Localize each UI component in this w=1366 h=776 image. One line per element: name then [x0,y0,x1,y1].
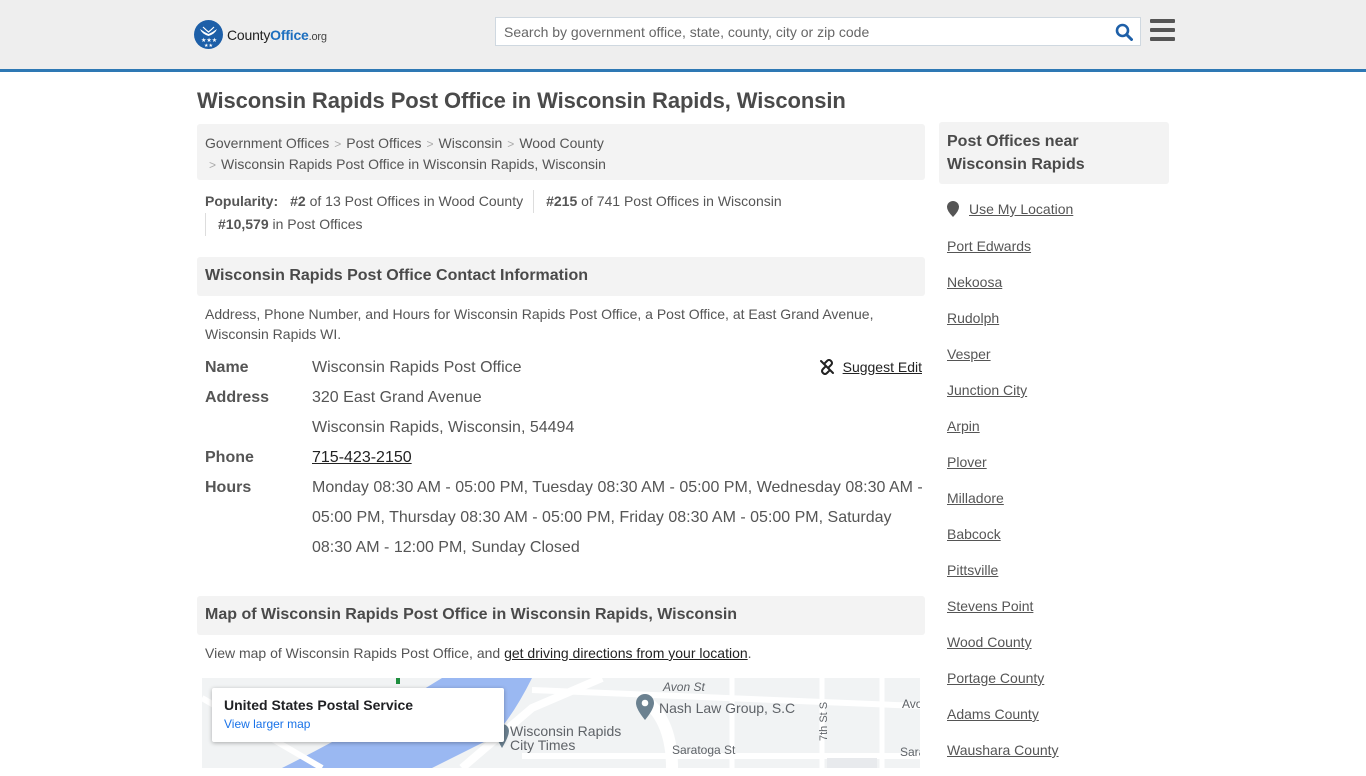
nearby-link[interactable]: Nekoosa [947,274,1002,290]
broken-link-icon [819,359,834,375]
hamburger-menu-button[interactable] [1150,19,1175,41]
map-street-label: Saratoga St [672,743,736,757]
map-info-card: United States Postal Service View larger… [212,688,504,742]
address-line1: 320 East Grand Avenue [312,389,482,406]
search-icon [1115,23,1133,41]
info-row-address-2: Wisconsin Rapids, Wisconsin, 54494 [205,413,925,443]
search-bar [495,17,1141,46]
sidebar-item-portage-county: Portage County [947,668,1059,704]
breadcrumb-current: Wisconsin Rapids Post Office in Wisconsi… [221,156,606,172]
view-larger-map-link[interactable]: View larger map [224,717,492,731]
breadcrumb-separator: > [426,137,434,151]
breadcrumb-separator: > [507,137,515,151]
suggest-edit-label: Suggest Edit [842,359,922,375]
nearby-post-offices-list: Port Edwards Nekoosa Rudolph Vesper Junc… [947,236,1059,776]
nearby-link[interactable]: Port Edwards [947,238,1031,254]
site-header: ★★★ ★★ CountyOffice.org [0,0,1366,72]
nearby-link[interactable]: Adams County [947,706,1039,722]
sidebar-item-vesper: Vesper [947,344,1059,380]
popularity-national-rank: #10,579 in Post Offices [205,213,373,236]
map-pin-icon [636,694,654,720]
address-label: Address [205,389,270,406]
svg-text:★★: ★★ [204,43,213,49]
nearby-link[interactable]: Stevens Point [947,598,1033,614]
embedded-map[interactable]: Wisconsin Rapids City Times Nash Law Grou… [202,678,920,768]
map-street-label: Avon St [663,680,705,694]
map-street-label: 7th St S [818,701,830,741]
sidebar-item-arpin: Arpin [947,416,1059,452]
sidebar-item-nekoosa: Nekoosa [947,272,1059,308]
map-description: View map of Wisconsin Rapids Post Office… [205,645,752,661]
nearby-link[interactable]: Pittsville [947,562,998,578]
sidebar-item-stevens-point: Stevens Point [947,596,1059,632]
breadcrumb-separator: > [209,158,217,172]
hours-value: Monday 08:30 AM - 05:00 PM, Tuesday 08:3… [312,479,923,556]
logo-text: CountyOffice.org [227,26,327,43]
hours-label: Hours [205,479,252,496]
map-card-title: United States Postal Service [224,697,414,713]
nearby-link[interactable]: Babcock [947,526,1001,542]
nearby-link[interactable]: Rudolph [947,310,999,326]
nearby-link[interactable]: Milladore [947,490,1004,506]
map-section-heading: Map of Wisconsin Rapids Post Office in W… [197,596,925,635]
phone-label: Phone [205,449,254,466]
sidebar-item-wood-county: Wood County [947,632,1059,668]
info-row-phone: Phone 715-423-2150 [205,443,925,473]
suggest-edit-link[interactable]: Suggest Edit [819,359,922,375]
contact-description: Address, Phone Number, and Hours for Wis… [205,306,874,342]
info-row-name: Name Wisconsin Rapids Post Office [205,353,925,383]
hamburger-menu-icon-bar [1150,28,1175,32]
use-my-location-link[interactable]: Use My Location [969,201,1073,217]
nearby-link[interactable]: Wood County [947,634,1032,650]
breadcrumb-government-offices[interactable]: Government Offices [205,135,329,151]
sidebar-heading: Post Offices near Wisconsin Rapids [939,122,1169,184]
popularity-county-rank: #2 of 13 Post Offices in Wood County [290,193,524,209]
hamburger-menu-icon-bar [1150,37,1175,41]
phone-link[interactable]: 715-423-2150 [312,449,412,466]
search-button[interactable] [1108,18,1140,45]
sidebar-item-milladore: Milladore [947,488,1059,524]
breadcrumb-wood-county[interactable]: Wood County [519,135,604,151]
sidebar-item-waushara-county: Waushara County [947,740,1059,776]
breadcrumb: Government Offices > Post Offices > Wisconsi… [197,124,925,180]
logo-link[interactable]: ★★★ ★★ CountyOffice.org [194,20,327,49]
sidebar-item-babcock: Babcock [947,524,1059,560]
sidebar-item-pittsville: Pittsville [947,560,1059,596]
sidebar-item-junction-city: Junction City [947,380,1059,416]
contact-section-heading: Wisconsin Rapids Post Office Contact Inf… [197,257,925,296]
breadcrumb-wisconsin[interactable]: Wisconsin [439,135,503,151]
map-street-label: Avo [902,697,920,711]
breadcrumb-post-offices[interactable]: Post Offices [346,135,421,151]
name-label: Name [205,359,249,376]
nearby-link[interactable]: Plover [947,454,987,470]
popularity-state-rank: #215 of 741 Post Offices in Wisconsin [533,190,792,213]
nearby-link[interactable]: Waushara County [947,742,1059,758]
info-row-hours: Hours Monday 08:30 AM - 05:00 PM, Tuesda… [205,473,925,563]
map-poi-label: Nash Law Group, S.C [659,700,796,716]
sidebar-item-rudolph: Rudolph [947,308,1059,344]
map-street-label: Sara [900,745,920,759]
sidebar-item-adams-county: Adams County [947,704,1059,740]
nearby-link[interactable]: Vesper [947,346,991,362]
nearby-link[interactable]: Arpin [947,418,980,434]
driving-directions-link[interactable]: get driving directions from your locatio… [504,645,748,661]
use-my-location: Use My Location [947,201,1073,217]
sidebar-item-plover: Plover [947,452,1059,488]
map-poi-label: Wisconsin Rapids City Times [510,723,622,753]
contact-info-table: Suggest Edit Name Wisconsin Rapids Post … [205,353,925,563]
popularity-label: Popularity: [205,193,279,209]
info-row-address: Address 320 East Grand Avenue [205,383,925,413]
page-title: Wisconsin Rapids Post Office in Wisconsi… [197,88,846,113]
breadcrumb-separator: > [334,137,342,151]
nearby-link[interactable]: Portage County [947,670,1044,686]
location-pin-icon [947,201,959,217]
hamburger-menu-icon-bar [1150,19,1175,23]
search-input[interactable] [496,18,1108,45]
sidebar-item-port-edwards: Port Edwards [947,236,1059,272]
address-line2: Wisconsin Rapids, Wisconsin, 54494 [312,419,575,436]
nearby-link[interactable]: Junction City [947,382,1027,398]
popularity-section: Popularity: #2 of 13 Post Offices in Wood… [205,190,925,236]
eagle-logo-icon: ★★★ ★★ [194,20,223,49]
